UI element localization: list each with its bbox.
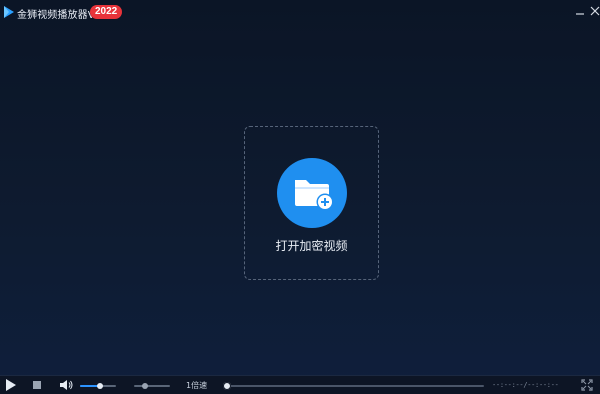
control-bar: 1倍速 --:--:--/--:--:-- [0,375,600,394]
progress-knob[interactable] [223,382,231,390]
year-badge: 2022 [90,5,123,19]
secondary-slider-knob[interactable] [141,383,148,389]
secondary-slider[interactable] [134,383,170,389]
time-display: --:--:--/--:--:-- [492,381,559,389]
app-logo-icon [4,6,14,18]
volume-slider-knob[interactable] [96,383,103,389]
open-video-label: 打开加密视频 [275,239,348,253]
title-bar: 金狮视频播放器V5.0 2022 [0,0,600,24]
progress-bar[interactable] [223,382,484,390]
minimize-icon[interactable] [573,4,587,18]
close-icon[interactable] [588,4,600,18]
volume-icon[interactable] [59,379,73,391]
playback-speed-button[interactable]: 1倍速 [186,380,207,391]
volume-slider[interactable] [80,383,116,389]
stop-icon[interactable] [32,380,42,390]
open-video-button[interactable] [277,158,347,228]
fullscreen-icon[interactable] [581,379,593,391]
folder-add-icon [295,180,334,211]
open-video-dropzone[interactable]: 打开加密视频 [244,126,379,280]
play-icon[interactable] [5,379,17,391]
